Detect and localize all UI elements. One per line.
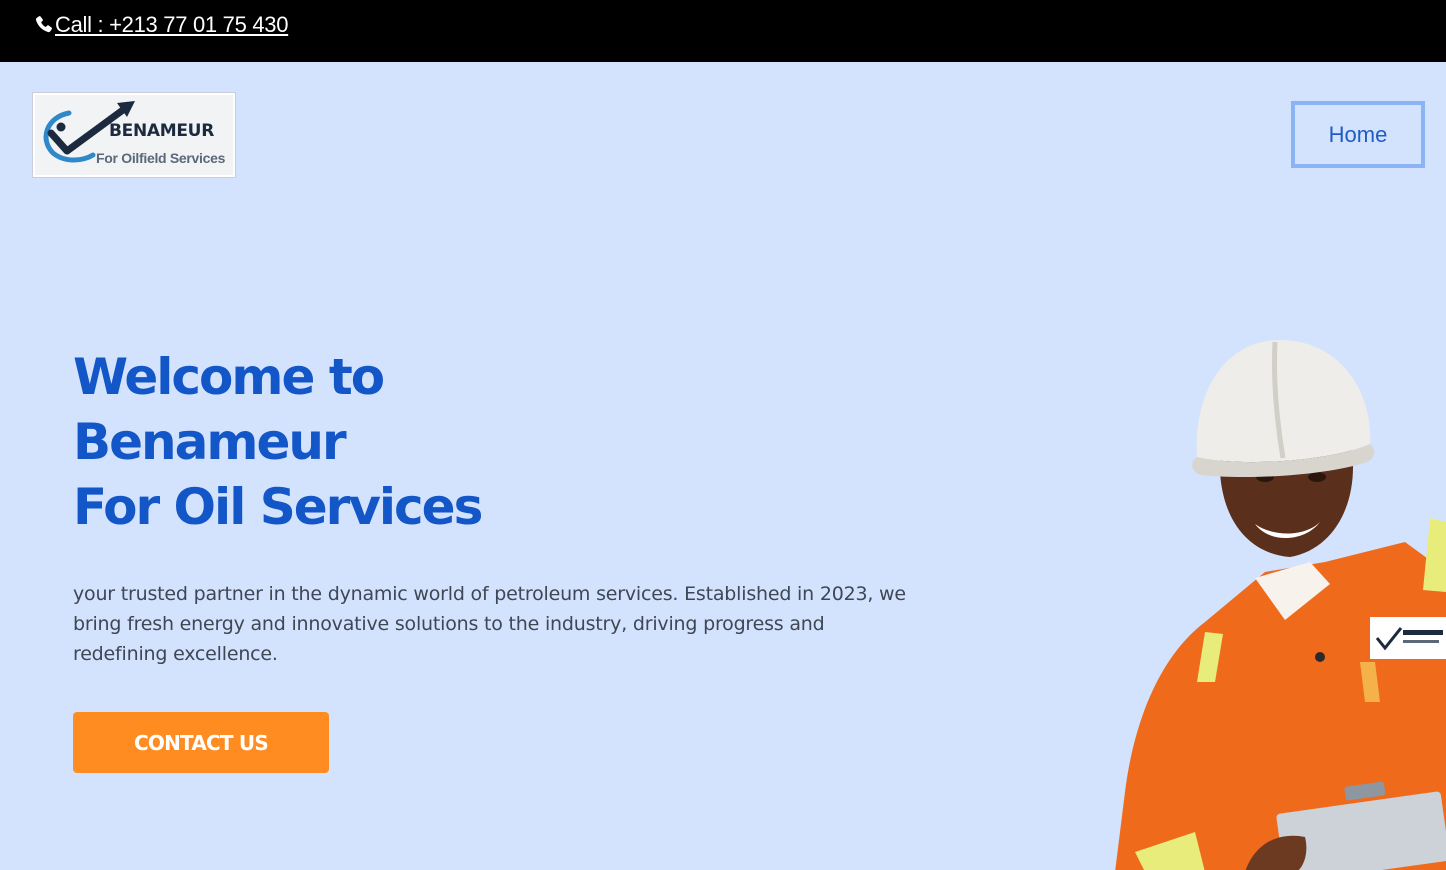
- hero-headline: Welcome to Benameur For Oil Services: [73, 345, 633, 540]
- call-label: Call : +213 77 01 75 430: [55, 12, 289, 37]
- worker-image: [1115, 340, 1446, 870]
- phone-icon: [35, 16, 53, 33]
- logo-subtitle: For Oilfield Services: [96, 150, 226, 166]
- top-bar: Call : +213 77 01 75 430: [0, 0, 1446, 62]
- call-link[interactable]: Call : +213 77 01 75 430: [33, 12, 288, 38]
- headline-line-3: For Oil Services: [73, 478, 483, 536]
- headline-line-2: Benameur: [73, 413, 347, 471]
- nav-home-button[interactable]: Home: [1291, 101, 1425, 168]
- hero-intro-text: your trusted partner in the dynamic worl…: [73, 583, 906, 665]
- logo-title: BENAMEUR: [109, 121, 214, 141]
- company-logo[interactable]: BENAMEUR For Oilfield Services: [33, 93, 235, 177]
- hero-section: BENAMEUR For Oilfield Services Home Welc…: [0, 62, 1446, 870]
- contact-us-button[interactable]: CONTACT US: [73, 712, 329, 773]
- headline-line-1: Welcome to: [73, 348, 385, 406]
